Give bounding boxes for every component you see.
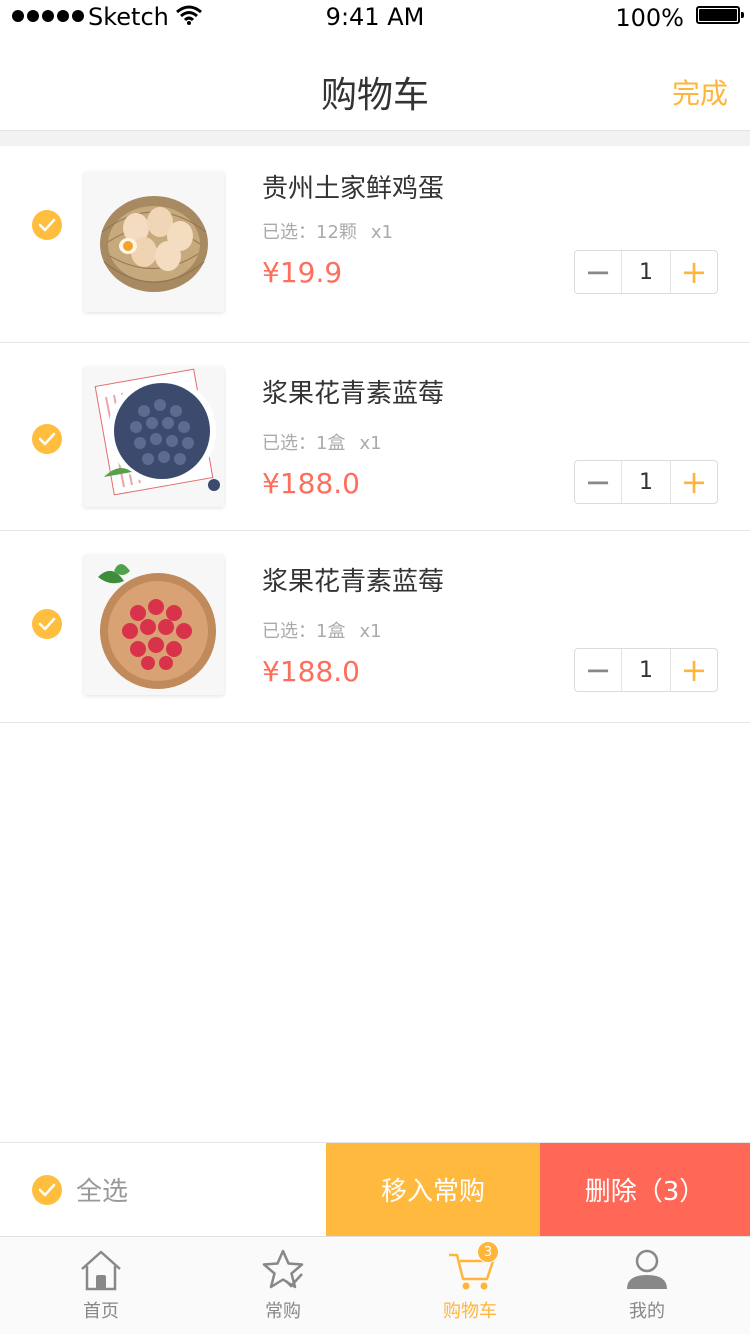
- product-title[interactable]: 贵州土家鲜鸡蛋: [262, 168, 444, 205]
- decrease-button[interactable]: −: [575, 251, 621, 293]
- check-icon: [38, 218, 56, 232]
- spec-quantity: x1: [359, 433, 382, 454]
- cart-item: 贵州土家鲜鸡蛋 已选：12颗 x1 ¥19.9 − 1 +: [0, 146, 750, 343]
- quantity-value[interactable]: 1: [621, 251, 671, 293]
- navigation-bar: 购物车 完成: [0, 40, 750, 130]
- tab-cart[interactable]: 3 购物车: [410, 1237, 530, 1335]
- cart-item: 浆果花青素蓝莓 已选：1盒 x1 ¥188.0 − 1 +: [0, 531, 750, 723]
- increase-button[interactable]: +: [671, 461, 717, 503]
- cart-item: 浆果花青素蓝莓 已选：1盒 x1 ¥188.0 − 1 +: [0, 343, 750, 531]
- product-price: ¥19.9: [262, 256, 343, 289]
- item-checkbox[interactable]: [32, 609, 62, 639]
- select-all-checkbox[interactable]: [32, 1174, 62, 1205]
- cart-badge: 3: [477, 1241, 499, 1263]
- tab-label: 购物车: [443, 1301, 497, 1322]
- spec-label: 已选：12颗: [262, 222, 357, 243]
- quantity-stepper: − 1 +: [574, 460, 718, 504]
- product-spec: 已选：12颗 x1: [262, 218, 393, 244]
- spec-quantity: x1: [359, 621, 382, 642]
- check-icon: [38, 617, 56, 631]
- select-all[interactable]: 全选: [32, 1171, 128, 1208]
- raspberry-bowl-image: [98, 564, 216, 689]
- quantity-stepper: − 1 +: [574, 648, 718, 692]
- decrease-button[interactable]: −: [575, 649, 621, 691]
- cart-action-bar: 全选 移入常购 删除（3）: [0, 1142, 750, 1236]
- quantity-value[interactable]: 1: [621, 649, 671, 691]
- done-button[interactable]: 完成: [672, 72, 728, 112]
- select-all-label: 全选: [76, 1177, 129, 1207]
- battery-icon: [696, 6, 744, 24]
- product-spec: 已选：1盒 x1: [262, 617, 382, 643]
- move-to-favorites-button[interactable]: 移入常购: [326, 1143, 540, 1236]
- product-title[interactable]: 浆果花青素蓝莓: [262, 561, 444, 598]
- quantity-stepper: − 1 +: [574, 250, 718, 294]
- tab-profile[interactable]: 我的: [587, 1237, 707, 1335]
- product-image[interactable]: [84, 555, 224, 695]
- spec-label: 已选：1盒: [262, 433, 346, 454]
- spec-label: 已选：1盒: [262, 621, 346, 642]
- battery-percent: 100%: [615, 4, 684, 32]
- tab-label: 首页: [83, 1301, 119, 1322]
- tab-bar: 首页 常购 3 购物车 我的: [0, 1236, 750, 1334]
- star-icon: [260, 1247, 306, 1293]
- product-spec: 已选：1盒 x1: [262, 429, 382, 455]
- check-icon: [38, 432, 56, 446]
- status-bar: Sketch 9:41 AM 100%: [0, 0, 750, 40]
- decrease-button[interactable]: −: [575, 461, 621, 503]
- increase-button[interactable]: +: [671, 649, 717, 691]
- item-checkbox[interactable]: [32, 210, 62, 240]
- quantity-value[interactable]: 1: [621, 461, 671, 503]
- blueberry-bowl-image: [94, 368, 220, 496]
- delete-button[interactable]: 删除（3）: [540, 1143, 750, 1236]
- increase-button[interactable]: +: [671, 251, 717, 293]
- divider: [0, 130, 750, 146]
- user-icon: [624, 1247, 670, 1293]
- tab-favorites[interactable]: 常购: [223, 1237, 343, 1335]
- page-title: 购物车: [320, 75, 429, 116]
- product-title[interactable]: 浆果花青素蓝莓: [262, 373, 444, 410]
- egg-basket-image: [100, 196, 208, 292]
- item-checkbox[interactable]: [32, 424, 62, 454]
- cart-icon: 3: [447, 1241, 499, 1293]
- tab-label: 常购: [265, 1301, 301, 1322]
- tab-label: 我的: [629, 1301, 665, 1322]
- home-icon: [78, 1247, 124, 1293]
- check-icon: [38, 1183, 56, 1196]
- product-price: ¥188.0: [262, 467, 360, 500]
- spec-quantity: x1: [370, 222, 394, 243]
- product-image[interactable]: [84, 367, 224, 507]
- tab-home[interactable]: 首页: [41, 1237, 161, 1335]
- product-image[interactable]: [84, 172, 224, 312]
- product-price: ¥188.0: [262, 655, 360, 688]
